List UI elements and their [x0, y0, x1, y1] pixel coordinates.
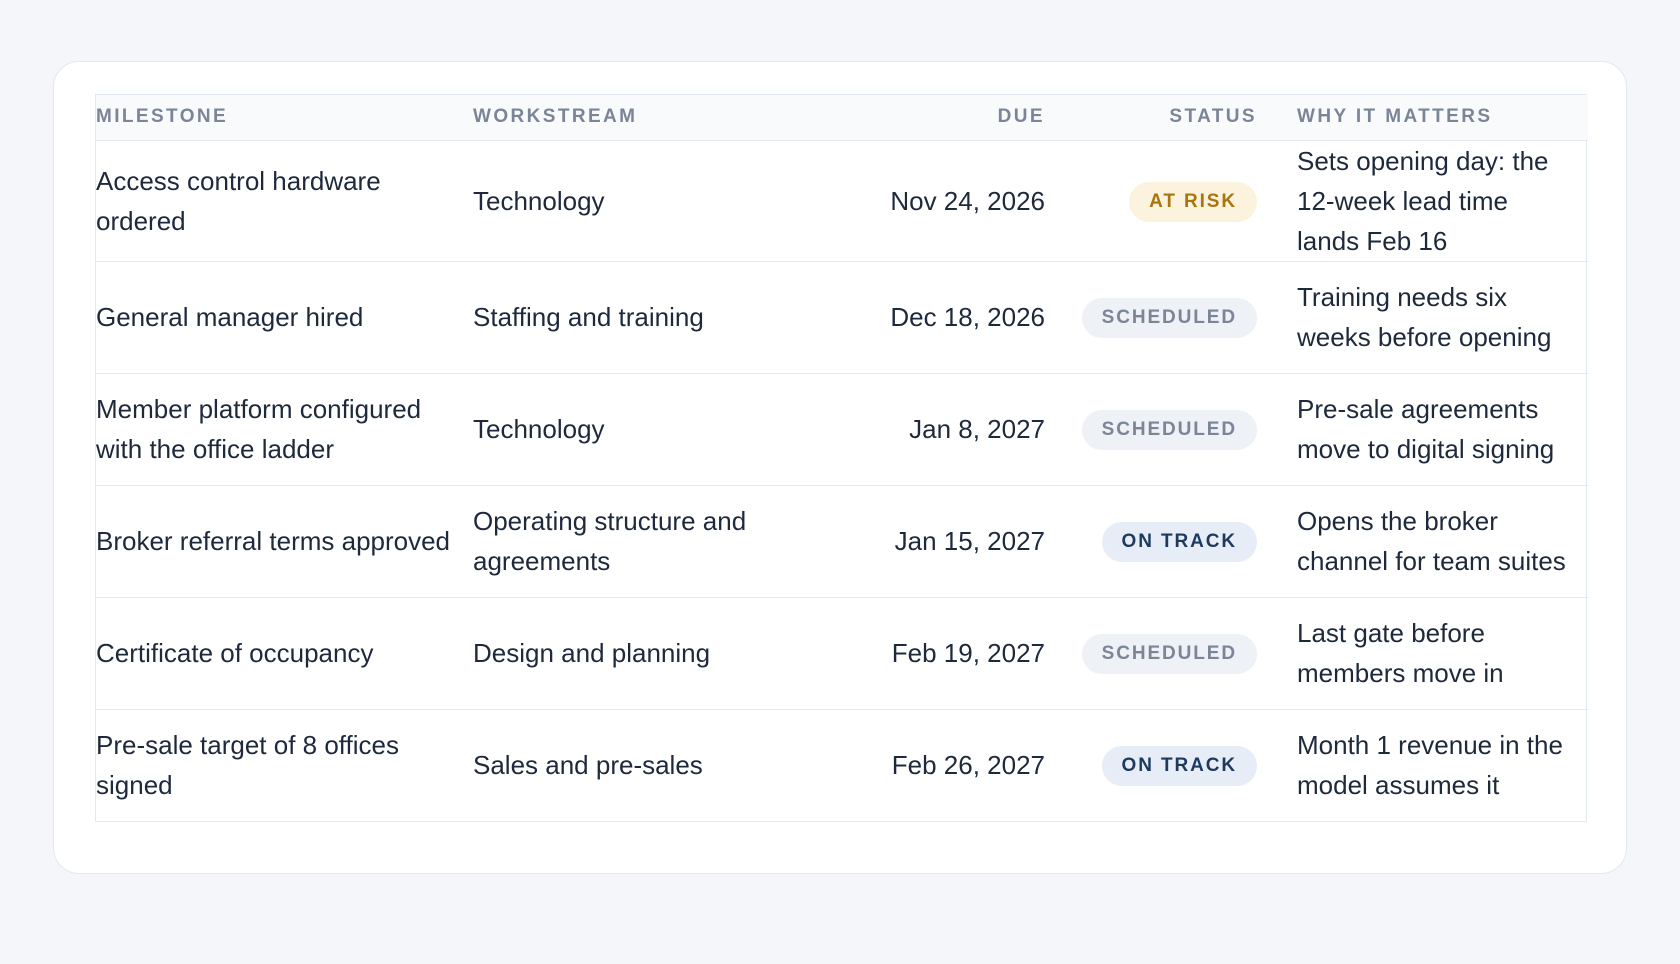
due-cell: Feb 19, 2027 [791, 596, 1045, 709]
status-badge: SCHEDULED [1081, 634, 1257, 675]
workstream-cell: Technology [473, 185, 605, 216]
status-cell: SCHEDULED [1045, 596, 1257, 709]
milestone-cell: Member platform configured with the offi… [96, 372, 473, 485]
table-row: Pre-sale target of 8 offices signed Sale… [96, 708, 1588, 821]
workstream-cell: Staffing and training [473, 260, 791, 373]
table-row: Member platform configured with the offi… [96, 372, 1588, 485]
column-header-workstream: WORKSTREAM [473, 95, 791, 141]
due-cell: Feb 26, 2027 [791, 708, 1045, 821]
why-cell: Training needs six weeks before opening [1257, 260, 1588, 373]
milestone-cell: Certificate of occupancy [96, 596, 473, 709]
column-header-due: DUE [791, 95, 1045, 141]
why-cell: Pre-sale agreements move to digital sign… [1257, 372, 1588, 485]
status-badge: ON TRACK [1101, 746, 1257, 787]
milestones-card: MILESTONE WORKSTREAM DUE STATUS WHY IT M… [53, 61, 1627, 874]
status-cell: ON TRACK [1045, 484, 1257, 597]
status-badge: SCHEDULED [1081, 298, 1257, 339]
table-row: General manager hired Staffing and train… [96, 260, 1588, 373]
milestones-table: MILESTONE WORKSTREAM DUE STATUS WHY IT M… [95, 94, 1588, 822]
table-row: Certificate of occupancy Design and plan… [96, 596, 1588, 709]
table-body: Access control hardware ordered Technolo… [96, 140, 1588, 821]
due-cell: Nov 24, 2026 [890, 185, 1045, 216]
milestone-cell: General manager hired [96, 260, 473, 373]
status-cell: AT RISK [1045, 140, 1257, 261]
workstream-cell: Operating structure and agreements [473, 484, 791, 597]
status-badge: AT RISK [1129, 181, 1257, 222]
due-cell: Jan 15, 2027 [791, 484, 1045, 597]
why-cell: Month 1 revenue in the model assumes it [1257, 708, 1588, 821]
workstream-cell: Technology [473, 372, 791, 485]
why-cell: Opens the broker channel for team suites [1257, 484, 1588, 597]
status-cell: SCHEDULED [1045, 372, 1257, 485]
column-header-status: STATUS [1045, 95, 1257, 141]
column-header-why: WHY IT MATTERS [1257, 95, 1588, 141]
table-row: Broker referral terms approved Operating… [96, 484, 1588, 597]
column-header-milestone: MILESTONE [96, 95, 473, 141]
milestone-cell: Access control hardware ordered [96, 165, 381, 236]
why-cell: Sets opening day: the 12-week lead time … [1297, 145, 1549, 256]
status-badge: ON TRACK [1101, 522, 1257, 563]
milestone-cell: Pre-sale target of 8 offices signed [96, 708, 473, 821]
header-row: MILESTONE WORKSTREAM DUE STATUS WHY IT M… [96, 95, 1588, 141]
why-cell: Last gate before members move in [1257, 596, 1588, 709]
status-cell: SCHEDULED [1045, 260, 1257, 373]
status-badge: SCHEDULED [1081, 410, 1257, 451]
due-cell: Jan 8, 2027 [791, 372, 1045, 485]
workstream-cell: Design and planning [473, 596, 791, 709]
status-cell: ON TRACK [1045, 708, 1257, 821]
milestone-cell: Broker referral terms approved [96, 484, 473, 597]
table-header: MILESTONE WORKSTREAM DUE STATUS WHY IT M… [96, 95, 1588, 141]
workstream-cell: Sales and pre-sales [473, 708, 791, 821]
table-row: Access control hardware ordered Technolo… [96, 140, 1588, 261]
due-cell: Dec 18, 2026 [791, 260, 1045, 373]
